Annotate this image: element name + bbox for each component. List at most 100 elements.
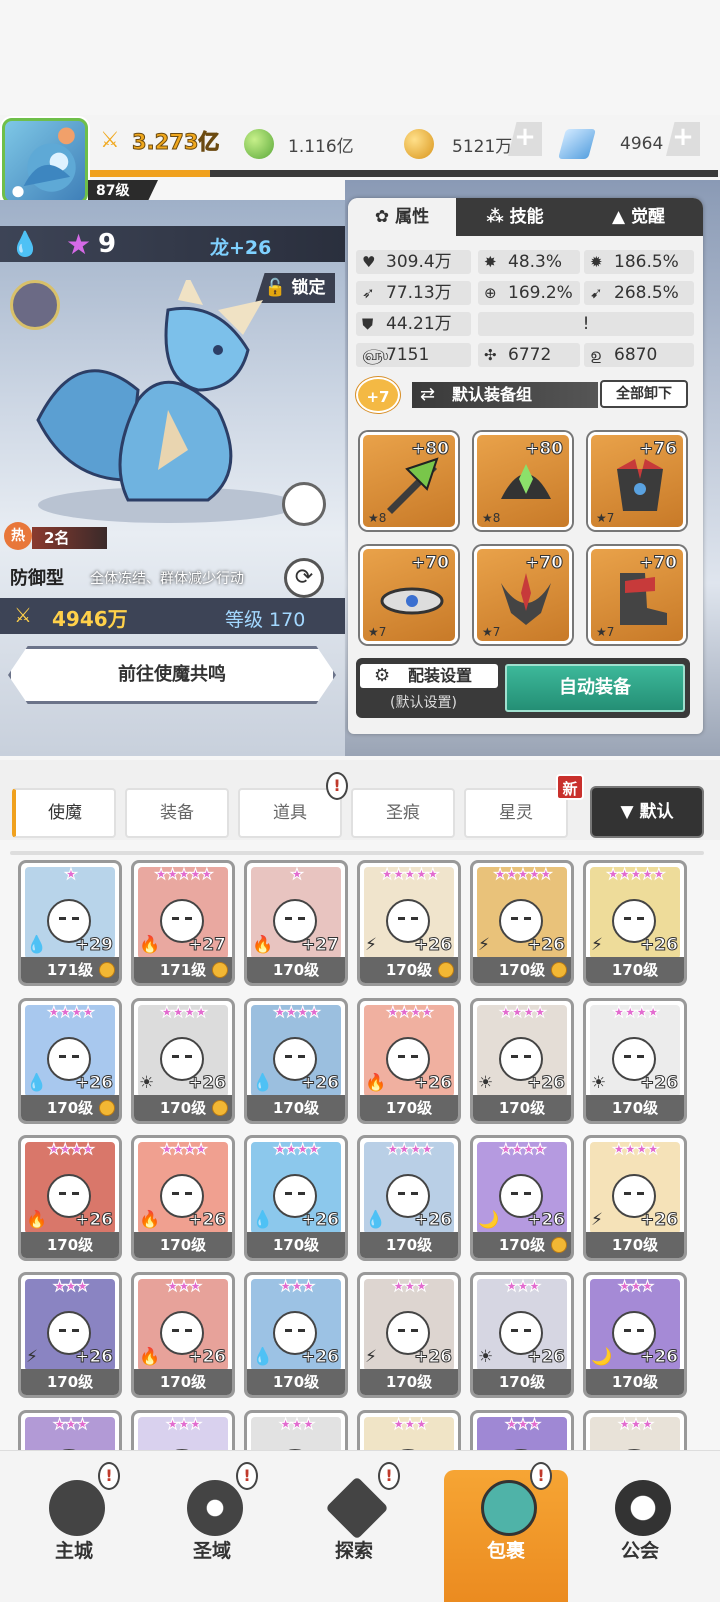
tab-awaken-label: 觉醒	[631, 207, 665, 227]
sword-item-icon	[387, 457, 439, 514]
switch-hero-button[interactable]: ⟳	[284, 558, 324, 598]
resource-crystal[interactable]: 4964	[557, 124, 664, 164]
card-stars: ★★★	[617, 1415, 654, 1434]
tab-awaken[interactable]: ▲ 觉醒	[574, 198, 703, 236]
card-level: 170级	[360, 1095, 458, 1121]
card-plus: +26	[640, 1347, 679, 1368]
familiar-card[interactable]: ★★★★ 💧 +26 170级	[18, 998, 122, 1124]
resource-green-orb[interactable]: 1.116亿	[244, 124, 354, 164]
equip-slot-armor[interactable]: +76 ★7	[588, 432, 686, 530]
tab-attributes[interactable]: ✿ 属性	[348, 198, 456, 236]
stat-v1-value: 7151	[386, 345, 430, 365]
familiar-card[interactable]: ★★★ ⚡ +26 170级	[357, 1272, 461, 1398]
crystal-value: 4964	[620, 134, 664, 154]
hero-role-desc: 全体冻结、群体减少行动	[90, 571, 244, 587]
tab-equipment[interactable]: 装备	[125, 788, 229, 838]
stat-hit: ⊕ 169.2%	[478, 281, 580, 305]
element-icon: ☀	[139, 1073, 155, 1093]
familiar-card[interactable]: ★★★★ 💧 +26 170级	[244, 998, 348, 1124]
loadout-settings-button[interactable]: ⚙ 配装设置	[360, 664, 498, 688]
equip-slot-boots[interactable]: +70 ★7	[588, 546, 686, 644]
card-plus: +26	[640, 935, 679, 956]
stat-v3-value: 6870	[614, 345, 658, 365]
familiar-card[interactable]: ★★★ 💧 +26 170级	[244, 1272, 348, 1398]
tab-items[interactable]: 道具	[238, 788, 342, 838]
element-icon: ⚡	[591, 1210, 603, 1230]
stat-speed-value: 268.5%	[614, 283, 679, 303]
equip-plus: +80	[525, 439, 564, 460]
card-level: 170级	[360, 1369, 458, 1395]
familiar-card[interactable]: ★★★ ⚡ +26 170级	[18, 1272, 122, 1398]
sword-icon: ⚔	[14, 603, 32, 627]
resist-icon: ഉ	[590, 346, 601, 364]
hero-role: 防御型	[10, 568, 64, 589]
card-plus: +26	[188, 1210, 227, 1231]
familiar-card[interactable]: ★★★★ 🔥 +26 170级	[131, 1135, 235, 1261]
resonate-button[interactable]: 前往使魔共鸣	[8, 646, 336, 704]
card-level: 170级	[134, 1232, 232, 1258]
card-stars: ★	[290, 865, 304, 884]
equipment-set-name[interactable]: 默认装备组	[412, 382, 598, 408]
familiar-card[interactable]: ★ 💧 +29 171级	[18, 860, 122, 986]
element-icon: ⚡	[365, 935, 377, 955]
element-icon: 💧	[26, 1073, 48, 1093]
coin-icon	[551, 962, 567, 978]
shield-icon: ⛊	[362, 315, 374, 333]
element-icon: 💧	[365, 1210, 387, 1230]
nav-alert-icon: !	[530, 1462, 552, 1490]
player-avatar[interactable]	[2, 118, 88, 204]
familiar-card[interactable]: ★★★★ 🌙 +26 170级	[470, 1135, 574, 1261]
familiar-card[interactable]: ★ 🔥 +27 170级	[244, 860, 348, 986]
unequip-all-button[interactable]: 全部卸下	[600, 380, 688, 408]
attributes-icon: ✿	[374, 207, 390, 227]
awaken-icon: ▲	[612, 207, 626, 227]
equip-plus: +70	[639, 553, 678, 574]
familiar-card[interactable]: ★★★★ 🔥 +26 170级	[357, 998, 461, 1124]
card-stars: ★★★★	[499, 1003, 548, 1022]
familiar-card[interactable]: ★★★★★ ⚡ +26 170级	[583, 860, 687, 986]
familiar-card[interactable]: ★★★★ ☀ +26 170级	[470, 998, 574, 1124]
star-icon: ★	[66, 228, 92, 261]
swap-icon[interactable]: ⇄	[420, 384, 435, 405]
card-plus: +26	[301, 1210, 340, 1231]
equip-slot-weapon[interactable]: +80 ★8	[360, 432, 458, 530]
familiar-card[interactable]: ★★★★ 💧 +26 170级	[357, 1135, 461, 1261]
card-level: 170级	[586, 1232, 684, 1258]
card-level: 170级	[247, 1369, 345, 1395]
familiar-card[interactable]: ★★★★ ☀ +26 170级	[131, 998, 235, 1124]
familiar-card[interactable]: ★★★★★ ⚡ +26 170级	[470, 860, 574, 986]
auto-equip-button[interactable]: 自动装备	[505, 664, 685, 712]
equip-slot-helmet[interactable]: +80 ★8	[474, 432, 572, 530]
card-stars: ★★★	[391, 1415, 428, 1434]
familiar-card[interactable]: ★★★ ☀ +26 170级	[470, 1272, 574, 1398]
card-stars: ★★★	[504, 1415, 541, 1434]
card-plus: +26	[414, 1073, 453, 1094]
tab-stigmata[interactable]: 圣痕	[351, 788, 455, 838]
familiar-card[interactable]: ★★★★★ 🔥 +27 171级	[131, 860, 235, 986]
sort-button[interactable]: ▼ 默认	[592, 788, 702, 836]
familiar-card[interactable]: ★★★★ 💧 +26 170级	[244, 1135, 348, 1261]
tab-skills[interactable]: ⁂ 技能	[456, 198, 574, 236]
familiar-card[interactable]: ★★★★★ ⚡ +26 170级	[357, 860, 461, 986]
card-plus: +26	[188, 1347, 227, 1368]
card-stars: ★★★★★	[493, 865, 553, 884]
familiar-card[interactable]: ★★★ 🔥 +26 170级	[131, 1272, 235, 1398]
familiar-card[interactable]: ★★★★ ⚡ +26 170级	[583, 1135, 687, 1261]
equip-slot-belt[interactable]: +70 ★7	[360, 546, 458, 644]
card-stars: ★★★	[278, 1415, 315, 1434]
coin-icon	[99, 962, 115, 978]
card-level: 170级	[247, 957, 345, 983]
card-level: 170级	[360, 1232, 458, 1258]
familiar-card[interactable]: ★★★★ ☀ +26 170级	[583, 998, 687, 1124]
hero-info-bar	[0, 226, 345, 262]
nav-guild[interactable]: 公会	[590, 1470, 690, 1600]
target-icon: ⊕	[484, 284, 497, 302]
familiar-card[interactable]: ★★★ 🌙 +26 170级	[583, 1272, 687, 1398]
view-3d-button[interactable]	[282, 482, 326, 526]
tab-star-spirits[interactable]: 星灵	[464, 788, 568, 838]
equip-slot-necklace[interactable]: +70 ★7	[474, 546, 572, 644]
familiar-card[interactable]: ★★★★ 🔥 +26 170级	[18, 1135, 122, 1261]
tab-familiars[interactable]: 使魔	[12, 788, 116, 838]
resource-gold[interactable]: 5121万	[404, 124, 512, 164]
card-plus: +29	[75, 935, 114, 956]
